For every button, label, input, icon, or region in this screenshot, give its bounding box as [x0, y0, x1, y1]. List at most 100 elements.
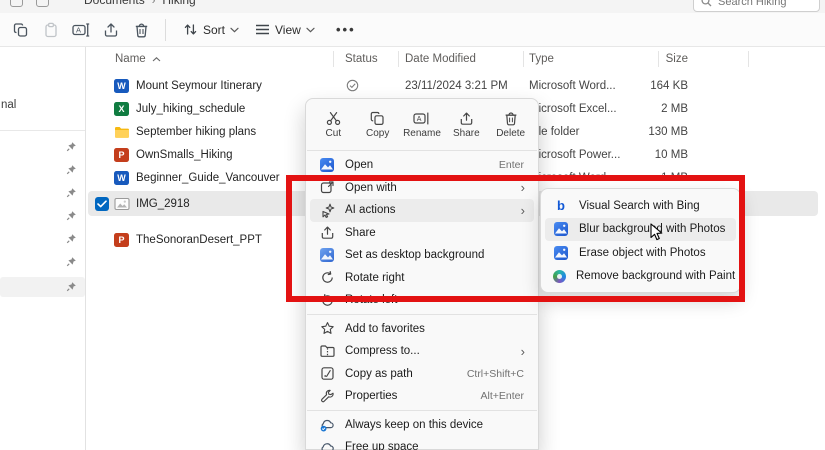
pin-icon	[66, 211, 76, 221]
column-divider[interactable]	[398, 51, 399, 67]
submenu-item-erase-object-photos[interactable]: Erase object with Photos	[545, 241, 736, 265]
file-name: IMG_2918	[136, 197, 190, 210]
file-name: July_hiking_schedule	[136, 102, 246, 115]
pin-icon	[66, 165, 76, 175]
delete-button[interactable]: Delete	[490, 107, 532, 143]
photos-app-icon	[554, 245, 568, 260]
breadcrumb-documents[interactable]: Documents	[84, 0, 145, 7]
menu-item-always-keep-on-device[interactable]: Always keep on this device	[310, 414, 534, 437]
sort-ascending-icon	[152, 57, 161, 62]
view-icon	[256, 24, 270, 35]
cut-label: Cut	[325, 128, 342, 139]
cloud-check-icon	[320, 419, 334, 432]
delete-icon	[505, 112, 517, 126]
file-size: 1 MB	[661, 171, 688, 184]
column-header-status[interactable]: Status	[345, 49, 378, 69]
bing-icon: b	[557, 198, 565, 214]
breadcrumb-hiking[interactable]: Hiking	[162, 0, 195, 7]
column-divider[interactable]	[523, 51, 524, 67]
menu-item-compress-to[interactable]: Compress to... ›	[310, 340, 534, 363]
shortcut-enter: Enter	[498, 159, 524, 172]
column-divider[interactable]	[748, 51, 749, 67]
nav-pinned-item-highlighted[interactable]	[0, 277, 85, 297]
nav-pinned-item[interactable]	[0, 252, 85, 272]
sort-button[interactable]: Sort	[175, 17, 247, 43]
rotate-left-icon	[321, 293, 333, 306]
sync-status-icon	[346, 74, 359, 97]
pin-icon	[66, 142, 76, 152]
menu-item-copy-as-path[interactable]: Copy as path Ctrl+Shift+C	[310, 363, 534, 386]
delete-button[interactable]	[126, 17, 156, 43]
copy-button[interactable]: Copy	[357, 107, 399, 143]
rename-icon: A	[413, 112, 429, 125]
more-options-button[interactable]: •••	[331, 17, 361, 43]
search-input[interactable]: Search Hiking	[693, 0, 820, 12]
rename-icon: A	[72, 22, 90, 37]
nav-pinned-item[interactable]	[0, 137, 85, 157]
file-row-mount-seymour[interactable]: W Mount Seymour Itinerary 23/11/2024 3:2…	[88, 74, 818, 97]
file-size: 2 MB	[661, 102, 688, 115]
image-file-icon	[114, 197, 130, 210]
nav-button-icon[interactable]	[10, 0, 23, 7]
paint-app-icon	[553, 269, 566, 283]
menu-item-open-with[interactable]: Open with ›	[310, 177, 534, 200]
rotate-right-icon	[321, 271, 333, 284]
menu-item-share[interactable]: Share	[310, 222, 534, 245]
share-button[interactable]	[96, 17, 126, 43]
context-menu: Cut Copy A Rename Share Delete Open Ente…	[305, 98, 539, 450]
pin-icon	[66, 282, 76, 292]
svg-text:A: A	[417, 116, 422, 123]
menu-item-open[interactable]: Open Enter	[310, 154, 534, 177]
open-with-icon	[320, 181, 334, 194]
column-divider[interactable]	[658, 51, 659, 67]
cloud-icon	[321, 443, 334, 450]
wrench-icon	[320, 389, 334, 402]
breadcrumb[interactable]: Documents › Hiking	[84, 0, 196, 7]
pin-icon	[66, 188, 76, 198]
photos-app-icon	[320, 158, 334, 173]
nav-pinned-item[interactable]	[0, 229, 85, 249]
file-size: 130 MB	[648, 125, 688, 138]
menu-item-rotate-right[interactable]: Rotate right	[310, 267, 534, 290]
menu-item-rotate-left[interactable]: Rotate left	[310, 289, 534, 312]
paste-icon	[45, 22, 57, 37]
share-button[interactable]: Share	[445, 107, 487, 143]
file-name: OwnSmalls_Hiking	[136, 148, 233, 161]
submenu-item-visual-search-bing[interactable]: b Visual Search with Bing	[545, 194, 736, 218]
menu-item-properties[interactable]: Properties Alt+Enter	[310, 385, 534, 408]
view-label: View	[275, 22, 301, 37]
row-checkbox-checked[interactable]	[95, 196, 109, 211]
share-icon	[104, 22, 118, 37]
menu-item-set-desktop-background[interactable]: Set as desktop background	[310, 244, 534, 267]
quick-actions-bar: Cut Copy A Rename Share Delete	[306, 105, 538, 148]
rename-button[interactable]: A	[66, 17, 96, 43]
column-header-size[interactable]: Size	[600, 49, 688, 69]
submenu-item-remove-background-paint[interactable]: Remove background with Paint	[545, 265, 736, 289]
submenu-item-blur-background-photos[interactable]: Blur background with Photos	[545, 217, 736, 241]
column-header-name[interactable]: Name	[115, 49, 161, 69]
menu-item-free-up-space[interactable]: Free up space	[310, 436, 534, 450]
paste-button[interactable]	[36, 17, 66, 43]
column-divider[interactable]	[333, 51, 334, 67]
rename-button[interactable]: A Rename	[401, 107, 443, 143]
nav-pinned-item[interactable]	[0, 160, 85, 180]
toolbar-divider	[165, 18, 166, 41]
copy-icon	[370, 111, 384, 126]
nav-separator	[0, 130, 85, 131]
column-header-date[interactable]: Date Modified	[405, 49, 476, 69]
nav-item-personal-fragment[interactable]: nal	[1, 99, 16, 111]
copy-button[interactable]	[6, 17, 36, 43]
share-icon	[460, 112, 473, 125]
menu-item-ai-actions[interactable]: AI actions ›	[310, 199, 534, 222]
cut-icon	[326, 112, 341, 125]
cut-button[interactable]: Cut	[312, 107, 354, 143]
refresh-button-icon[interactable]	[36, 0, 49, 7]
chevron-down-icon	[306, 27, 315, 33]
nav-pinned-item[interactable]	[0, 183, 85, 203]
file-name: Mount Seymour Itinerary	[136, 79, 262, 92]
menu-item-add-to-favorites[interactable]: Add to favorites	[310, 318, 534, 341]
column-header-type[interactable]: Type	[529, 49, 554, 69]
powerpoint-file-icon: P	[114, 232, 129, 247]
view-button[interactable]: View	[247, 17, 323, 43]
nav-pinned-item[interactable]	[0, 206, 85, 226]
